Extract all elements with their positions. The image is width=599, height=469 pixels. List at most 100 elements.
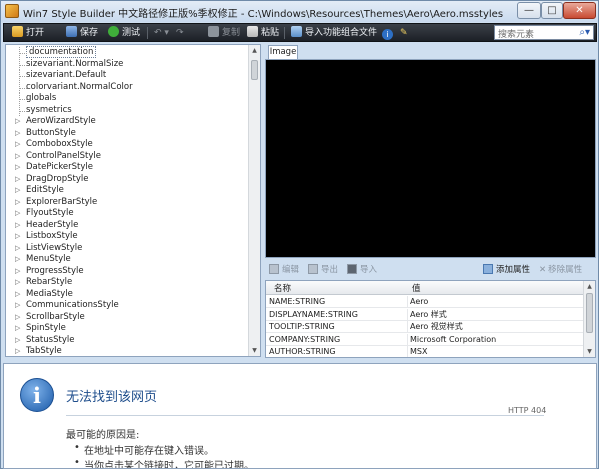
tree-item[interactable]: ▷ ControlPanelStyle (6, 151, 246, 163)
column-name-header[interactable]: 名称 (274, 282, 291, 294)
add-property-button[interactable]: 添加属性 (483, 263, 530, 275)
tree-item-label: ProgressStyle (26, 265, 84, 276)
tree-item[interactable]: sizevariant.Default (6, 70, 246, 82)
tree-item[interactable]: ▷ RebarStyle (6, 277, 246, 289)
expand-arrow-icon[interactable]: ▷ (15, 162, 24, 174)
tree-item[interactable]: sizevariant.NormalSize (6, 58, 246, 70)
table-row[interactable]: NAME:STRING Aero (266, 296, 584, 308)
tree-item[interactable]: ▷ ExplorerBarStyle (6, 197, 246, 209)
scroll-thumb[interactable] (586, 293, 593, 333)
element-tree[interactable]: documentation sizevariant.NormalSize sizev… (5, 44, 261, 357)
expand-arrow-icon[interactable]: ▷ (15, 300, 24, 312)
close-button[interactable]: ✕ (563, 2, 596, 19)
tree-item[interactable]: ▷ SpinStyle (6, 323, 246, 335)
tree-item[interactable]: ▷ ListboxStyle (6, 231, 246, 243)
expand-arrow-icon[interactable]: ▷ (15, 208, 24, 220)
tree-item[interactable]: ▷ AeroWizardStyle (6, 116, 246, 128)
copy-button[interactable]: 复制 (208, 26, 240, 40)
search-input[interactable]: 搜索元素 (498, 27, 534, 40)
expand-arrow-icon[interactable]: ▷ (15, 185, 24, 197)
tree-item[interactable]: ▷ MenuStyle (6, 254, 246, 266)
expand-arrow-icon[interactable]: ▷ (15, 116, 24, 128)
tree-item[interactable]: ▷ HeaderStyle (6, 220, 246, 232)
import-button[interactable]: 导入 (347, 263, 377, 275)
import-combo-button[interactable]: 导入功能组合文件 (291, 26, 377, 40)
scroll-down-icon[interactable]: ▼ (249, 345, 260, 356)
table-row[interactable]: AUTHOR:STRING MSX (266, 346, 584, 357)
tree-item[interactable]: ▷ ComboboxStyle (6, 139, 246, 151)
expand-arrow-icon[interactable]: ▷ (15, 197, 24, 209)
scroll-down-icon[interactable]: ▼ (584, 346, 595, 357)
open-label: 打开 (26, 28, 45, 38)
tree-item[interactable]: ▷ MediaStyle (6, 289, 246, 301)
app-window: Win7 Style Builder 中文路径修正版%季权修正 - C:\Win… (0, 0, 599, 469)
expand-arrow-icon[interactable]: ▷ (15, 243, 24, 255)
tree-item[interactable]: documentation (6, 46, 246, 59)
minimize-button[interactable]: — (517, 2, 541, 19)
scroll-up-icon[interactable]: ▲ (249, 45, 260, 56)
tree-item-label: ListViewStyle (26, 242, 83, 253)
save-button[interactable]: 保存 (66, 26, 98, 40)
tree-item[interactable]: ▷ ListViewStyle (6, 243, 246, 255)
export-button[interactable]: 导出 (308, 263, 338, 275)
scroll-thumb[interactable] (251, 60, 258, 80)
column-value-header[interactable]: 值 (412, 282, 421, 294)
window-title: Win7 Style Builder 中文路径修正版%季权修正 - C:\Win… (23, 9, 504, 20)
pen-button[interactable]: ✎ (400, 26, 408, 40)
search-box[interactable]: 搜索元素 ⌕▾ (494, 25, 594, 40)
tree-item[interactable]: ▷ ProgressStyle (6, 266, 246, 278)
info-button[interactable]: i (382, 26, 396, 40)
table-row[interactable]: TOOLTIP:STRING Aero 视觉样式 (266, 321, 584, 333)
maximize-button[interactable]: □ (541, 2, 563, 19)
search-icon[interactable]: ⌕▾ (579, 27, 590, 38)
tree-item[interactable]: globals (6, 93, 246, 105)
expand-arrow-icon[interactable]: ▷ (15, 220, 24, 232)
tree-item[interactable]: ▷ CommunicationsStyle (6, 300, 246, 312)
undo-button[interactable]: ↶ ▾ (154, 26, 169, 40)
error-bullet: 在地址中可能存在键入错误。 (74, 442, 214, 457)
tree-item[interactable]: ▷ TabStyle (6, 346, 246, 356)
expand-arrow-icon[interactable]: ▷ (15, 266, 24, 278)
properties-table[interactable]: 名称 值 NAME:STRING Aero DISPLAYNAME:STRING Ae… (265, 280, 596, 358)
edit-button[interactable]: 编辑 (269, 263, 299, 275)
expand-arrow-icon[interactable]: ▷ (15, 289, 24, 301)
properties-scrollbar[interactable]: ▲ ▼ (583, 281, 595, 357)
tree-item[interactable]: sysmetrics (6, 104, 246, 116)
expand-arrow-icon[interactable]: ▷ (15, 231, 24, 243)
redo-icon: ↷ (176, 28, 184, 38)
tree-item[interactable]: ▷ EditStyle (6, 185, 246, 197)
tree-item[interactable]: colorvariant.NormalColor (6, 81, 246, 93)
pen-icon: ✎ (400, 28, 408, 38)
paste-button[interactable]: 粘贴 (247, 26, 279, 40)
expand-arrow-icon[interactable]: ▷ (15, 335, 24, 347)
tree-item[interactable]: ▷ ButtonStyle (6, 128, 246, 140)
play-icon (108, 26, 119, 37)
table-row[interactable]: COMPANY:STRING Microsoft Corporation (266, 333, 584, 346)
tree-item[interactable]: ▷ FlyoutStyle (6, 208, 246, 220)
tree-item-label: sizevariant.Default (26, 70, 107, 80)
scroll-up-icon[interactable]: ▲ (584, 281, 595, 292)
remove-property-button[interactable]: ✕ 移除属性 (539, 263, 582, 275)
export-icon (308, 264, 318, 274)
tree-item[interactable]: ▷ DragDropStyle (6, 174, 246, 186)
expand-arrow-icon[interactable]: ▷ (15, 323, 24, 335)
tree-item[interactable]: ▷ DatePickerStyle (6, 162, 246, 174)
table-row[interactable]: DISPLAYNAME:STRING Aero 样式 (266, 308, 584, 321)
tree-item-label: ComboboxStyle (26, 139, 93, 149)
tree-item[interactable]: ▷ ScrollbarStyle (6, 312, 246, 324)
expand-arrow-icon[interactable]: ▷ (15, 346, 24, 356)
tab-image[interactable]: Image (268, 45, 298, 59)
edit-icon (269, 264, 279, 274)
expand-arrow-icon[interactable]: ▷ (15, 254, 24, 266)
expand-arrow-icon[interactable]: ▷ (15, 312, 24, 324)
tree-scrollbar[interactable]: ▲ ▼ (248, 45, 260, 356)
expand-arrow-icon[interactable]: ▷ (15, 151, 24, 163)
expand-arrow-icon[interactable]: ▷ (15, 277, 24, 289)
expand-arrow-icon[interactable]: ▷ (15, 174, 24, 186)
expand-arrow-icon[interactable]: ▷ (15, 128, 24, 140)
tree-item[interactable]: ▷ StatusStyle (6, 335, 246, 347)
test-button[interactable]: 测试 (108, 26, 140, 40)
redo-button[interactable]: ↷ (176, 26, 184, 40)
expand-arrow-icon[interactable]: ▷ (15, 139, 24, 151)
open-button[interactable]: 打开 (12, 26, 44, 40)
